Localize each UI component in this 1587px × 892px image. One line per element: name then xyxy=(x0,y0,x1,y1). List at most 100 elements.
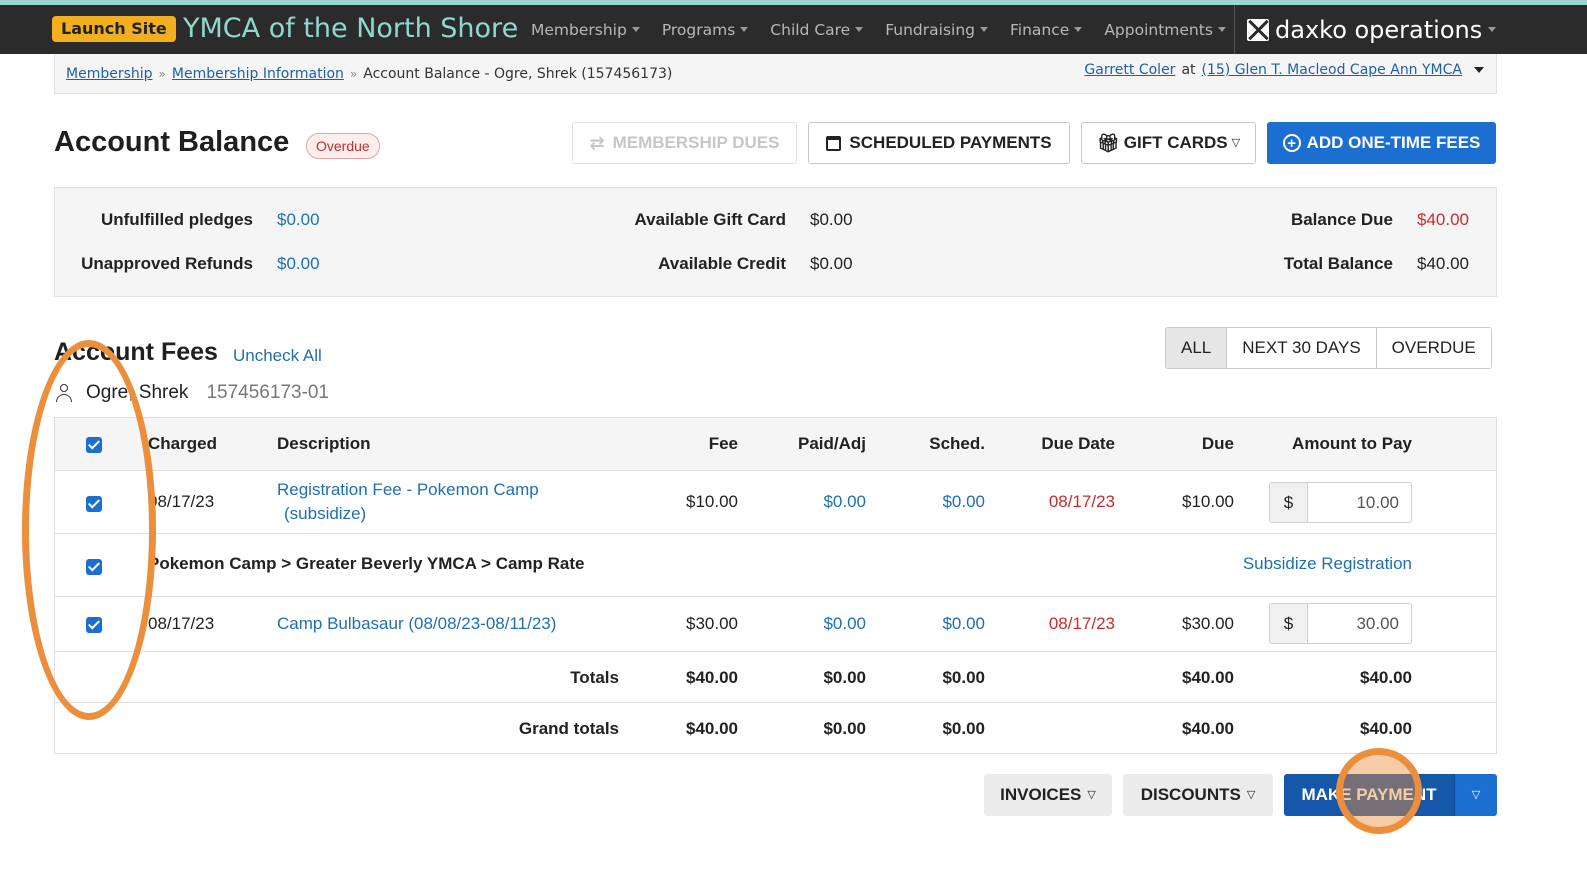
gift-cards-button[interactable]: 🎁︎ GIFT CARDS ▽ xyxy=(1081,122,1256,164)
make-payment-split-button: MAKE PAYMENT ▽ xyxy=(1284,774,1497,816)
nav-finance[interactable]: Finance xyxy=(999,21,1093,39)
grand-totals-row: Grand totals $40.00 $0.00 $0.00 $40.00 $… xyxy=(55,703,1496,753)
page-title: Account Balance xyxy=(54,126,290,158)
due-date: 08/17/23 xyxy=(1048,614,1115,633)
col-description: Description xyxy=(277,434,371,453)
totals-amount: $40.00 xyxy=(1360,668,1412,687)
location-link[interactable]: (15) Glen T. Macleod Cape Ann YMCA xyxy=(1202,62,1462,78)
nav-label: Child Care xyxy=(770,20,851,39)
main-nav: Membership Programs Child Care Fundraisi… xyxy=(520,5,1237,54)
totals-sched: $0.00 xyxy=(942,668,985,687)
chevron-down-icon: ▽ xyxy=(1087,788,1096,801)
filter-overdue[interactable]: OVERDUE xyxy=(1375,328,1491,368)
col-paid-adj: Paid/Adj xyxy=(797,434,866,453)
paid-adj-link[interactable]: $0.00 xyxy=(766,492,866,512)
add-one-time-fees-button[interactable]: + ADD ONE-TIME FEES xyxy=(1267,122,1496,164)
fee-description-subsidize[interactable]: (subsidize) xyxy=(284,504,366,524)
breadcrumb-current: Account Balance - Ogre, Shrek (157456173… xyxy=(363,66,673,82)
group-checkbox[interactable] xyxy=(86,559,102,575)
col-amount-to-pay: Amount to Pay xyxy=(1292,434,1412,453)
grand-totals-sched: $0.00 xyxy=(942,719,985,738)
col-fee: Fee xyxy=(708,434,738,453)
breadcrumb: Membership » Membership Information » Ac… xyxy=(66,66,672,82)
launch-site-button[interactable]: Launch Site xyxy=(52,16,176,42)
plus-circle-icon: + xyxy=(1282,134,1301,152)
sched-link[interactable]: $0.00 xyxy=(885,492,985,512)
due-amount: $30.00 xyxy=(1182,614,1234,633)
fee-checkbox[interactable] xyxy=(86,617,102,633)
scheduled-payments-button[interactable]: SCHEDULED PAYMENTS xyxy=(808,122,1070,164)
chevron-down-icon: ▽ xyxy=(1246,788,1256,801)
gift-icon: 🎁︎ xyxy=(1096,132,1120,153)
amount-to-pay-input[interactable]: $ 10.00 xyxy=(1269,482,1412,523)
button-label: MEMBERSHIP DUES xyxy=(612,133,780,152)
nav-label: Fundraising xyxy=(885,20,975,39)
available-gift-card-label: Available Gift Card xyxy=(634,210,786,229)
available-gift-card-value: $0.00 xyxy=(810,210,853,229)
person-icon xyxy=(54,383,74,403)
breadcrumb-membership[interactable]: Membership xyxy=(66,66,153,82)
unapproved-refunds-value[interactable]: $0.00 xyxy=(277,254,320,274)
unfulfilled-pledges-value[interactable]: $0.00 xyxy=(277,210,320,230)
nav-membership[interactable]: Membership xyxy=(520,21,651,39)
unapproved-refunds-label: Unapproved Refunds xyxy=(81,254,253,273)
nav-child-care[interactable]: Child Care xyxy=(759,21,874,39)
chevron-down-icon: ▽ xyxy=(1471,788,1481,801)
button-label: INVOICES xyxy=(1000,785,1082,804)
fee-filter-group: ALL NEXT 30 DAYS OVERDUE xyxy=(1165,327,1492,369)
make-payment-menu-toggle[interactable]: ▽ xyxy=(1454,774,1497,816)
member-line: Ogre, Shrek 157456173-01 xyxy=(54,382,329,404)
sched-link[interactable]: $0.00 xyxy=(885,614,985,634)
fee-amount: $10.00 xyxy=(686,492,738,511)
invoices-button[interactable]: INVOICES ▽ xyxy=(984,774,1112,816)
table-row: 08/17/23 Registration Fee - Pokemon Camp… xyxy=(55,471,1496,534)
amount-to-pay-input[interactable]: $ 30.00 xyxy=(1269,603,1412,644)
at-label: at xyxy=(1181,62,1196,78)
due-amount: $10.00 xyxy=(1182,492,1234,511)
group-row: Pokemon Camp > Greater Beverly YMCA > Ca… xyxy=(55,534,1496,597)
breadcrumb-membership-information[interactable]: Membership Information xyxy=(172,66,344,82)
organization-name[interactable]: YMCA of the North Shore xyxy=(183,12,518,46)
balance-summary: Unfulfilled pledges $0.00 Unapproved Ref… xyxy=(54,187,1497,297)
filter-all[interactable]: ALL xyxy=(1166,328,1227,368)
grand-totals-amount: $40.00 xyxy=(1360,719,1412,738)
amount-to-pay-value[interactable]: 10.00 xyxy=(1308,483,1411,522)
fee-amount: $30.00 xyxy=(686,614,738,633)
due-date: 08/17/23 xyxy=(1048,492,1115,511)
total-balance-label: Total Balance xyxy=(1283,254,1393,273)
fee-description-link[interactable]: Camp Bulbasaur (08/08/23-08/11/23) xyxy=(277,614,556,634)
subsidize-registration-link[interactable]: Subsidize Registration xyxy=(1172,554,1412,574)
nav-fundraising[interactable]: Fundraising xyxy=(874,21,999,39)
member-id: 157456173-01 xyxy=(206,382,330,403)
col-due-date: Due Date xyxy=(1041,434,1115,453)
uncheck-all-link[interactable]: Uncheck All xyxy=(233,346,322,366)
paid-adj-link[interactable]: $0.00 xyxy=(766,614,866,634)
group-label: Pokemon Camp > Greater Beverly YMCA > Ca… xyxy=(148,554,585,573)
chevron-down-icon xyxy=(855,27,864,32)
totals-row: Totals $40.00 $0.00 $0.00 $40.00 $40.00 xyxy=(55,652,1496,703)
amount-to-pay-value[interactable]: 30.00 xyxy=(1308,604,1411,643)
make-payment-button[interactable]: MAKE PAYMENT xyxy=(1284,774,1454,816)
totals-due: $40.00 xyxy=(1182,668,1234,687)
chevron-down-icon: ▽ xyxy=(1231,136,1241,149)
discounts-button[interactable]: DISCOUNTS ▽ xyxy=(1123,774,1273,816)
chevron-down-icon xyxy=(1217,27,1226,32)
top-navigation-bar: Launch Site YMCA of the North Shore Memb… xyxy=(0,5,1587,54)
fee-description-link[interactable]: Registration Fee - Pokemon Camp xyxy=(277,480,539,500)
fee-checkbox[interactable] xyxy=(86,496,102,512)
unfulfilled-pledges-label: Unfulfilled pledges xyxy=(100,210,253,229)
balance-due-label: Balance Due xyxy=(1290,210,1393,229)
col-sched: Sched. xyxy=(929,434,985,453)
breadcrumb-separator: » xyxy=(349,67,358,81)
select-all-checkbox[interactable] xyxy=(86,437,102,453)
filter-next-30-days[interactable]: NEXT 30 DAYS xyxy=(1226,328,1376,368)
nav-programs[interactable]: Programs xyxy=(651,21,759,39)
location-dropdown-icon[interactable] xyxy=(1474,67,1484,73)
nav-appointments[interactable]: Appointments xyxy=(1093,21,1237,39)
transfer-icon: ⇄ xyxy=(589,132,605,153)
user-link[interactable]: Garrett Coler xyxy=(1084,62,1175,78)
charged-date: 08/17/23 xyxy=(148,492,215,511)
daxko-brand-menu[interactable]: daxko operations xyxy=(1234,5,1587,54)
membership-dues-button[interactable]: ⇄ MEMBERSHIP DUES xyxy=(572,122,797,164)
total-balance-value: $40.00 xyxy=(1417,254,1469,273)
